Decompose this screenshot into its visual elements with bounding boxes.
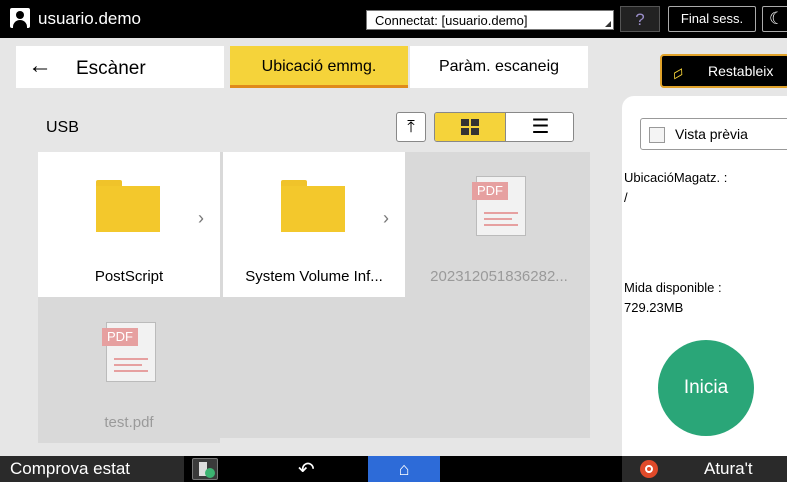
bottom-bar: Comprova estat ↶ ⌂ Atura't (0, 456, 787, 482)
preview-label: Vista prèvia (675, 126, 748, 142)
storage-location-value: / (624, 190, 628, 205)
pdf-file-icon: PDF (472, 176, 528, 238)
list-view-button[interactable]: ☰ (505, 113, 573, 141)
home-icon: ⌂ (398, 459, 410, 479)
user-icon (10, 8, 30, 28)
scan-side-panel: Vista prèvia UbicacióMagatz. : / Mida di… (622, 96, 787, 456)
home-button[interactable]: ⌂ (368, 456, 440, 482)
chevron-right-icon: › (198, 208, 204, 228)
preview-checkbox[interactable] (649, 127, 665, 143)
folder-icon (96, 180, 160, 232)
preview-toggle[interactable]: Vista prèvia (640, 118, 787, 150)
app-header: ← Escàner (16, 46, 224, 88)
start-button[interactable]: Inicia (658, 340, 754, 436)
file-browser: USB ⤒ ☰ › PostScript › System Volume Inf… (38, 102, 590, 443)
sd-card-status-icon[interactable] (192, 458, 218, 480)
page-title: Escàner (76, 58, 146, 79)
pdf-tag: PDF (472, 182, 508, 200)
folder-icon (281, 180, 345, 232)
energy-saver-button[interactable]: ☾ (762, 6, 787, 32)
stop-button[interactable]: Atura't (622, 456, 787, 482)
stop-icon (640, 460, 658, 478)
tab-scan-settings[interactable]: Paràm. escaneig (410, 46, 588, 88)
location-header: USB ⤒ ☰ (38, 102, 590, 152)
connection-status[interactable]: Connectat: [usuario.demo] (366, 10, 614, 30)
item-name: 202312051836282... (430, 268, 568, 285)
pdf-tag: PDF (102, 328, 138, 346)
item-name: test.pdf (104, 414, 154, 431)
list-icon: ☰ (531, 116, 550, 138)
eraser-icon: ▱ (668, 63, 688, 85)
available-size-label: Mida disponible : (624, 280, 722, 295)
user-name: usuario.demo (38, 9, 142, 28)
pdf-file-icon: PDF (102, 322, 158, 384)
list-item[interactable]: PDF 202312051836282... (408, 152, 590, 297)
connection-text: Connectat: [usuario.demo] (375, 13, 528, 28)
current-location: USB (46, 119, 79, 136)
back-arrow-icon[interactable]: ← (28, 52, 52, 80)
moon-icon: ☾ (769, 9, 785, 28)
grid-icon (461, 119, 479, 135)
available-size-value: 729.23MB (624, 300, 684, 315)
item-name: PostScript (94, 268, 164, 285)
tab-storage-location[interactable]: Ubicació emmg. (230, 46, 408, 88)
parent-folder-button[interactable]: ⤒ (396, 112, 426, 142)
list-item[interactable]: › System Volume Inf... (223, 152, 405, 297)
stop-label: Atura't (704, 459, 753, 478)
grid-view-button[interactable] (435, 113, 505, 141)
list-item[interactable]: PDF test.pdf (38, 298, 220, 443)
top-bar: usuario.demo Connectat: [usuario.demo] ?… (0, 0, 787, 38)
view-mode-toggle: ☰ (434, 112, 574, 142)
reset-button[interactable]: ▱ Restableix (660, 54, 787, 88)
chevron-right-icon: › (383, 208, 389, 228)
help-button[interactable]: ? (620, 6, 660, 32)
storage-location-label: UbicacióMagatz. : (624, 170, 728, 185)
item-name: System Volume Inf... (245, 268, 383, 285)
list-item[interactable]: › PostScript (38, 152, 220, 297)
arrow-up-to-top-icon: ⤒ (407, 117, 415, 136)
logout-button[interactable]: Final sess. (668, 6, 756, 32)
return-icon[interactable]: ↶ (298, 457, 315, 482)
reset-label: Restableix (708, 63, 774, 79)
resize-corner-icon (605, 21, 611, 27)
check-status-button[interactable]: Comprova estat (0, 456, 184, 482)
